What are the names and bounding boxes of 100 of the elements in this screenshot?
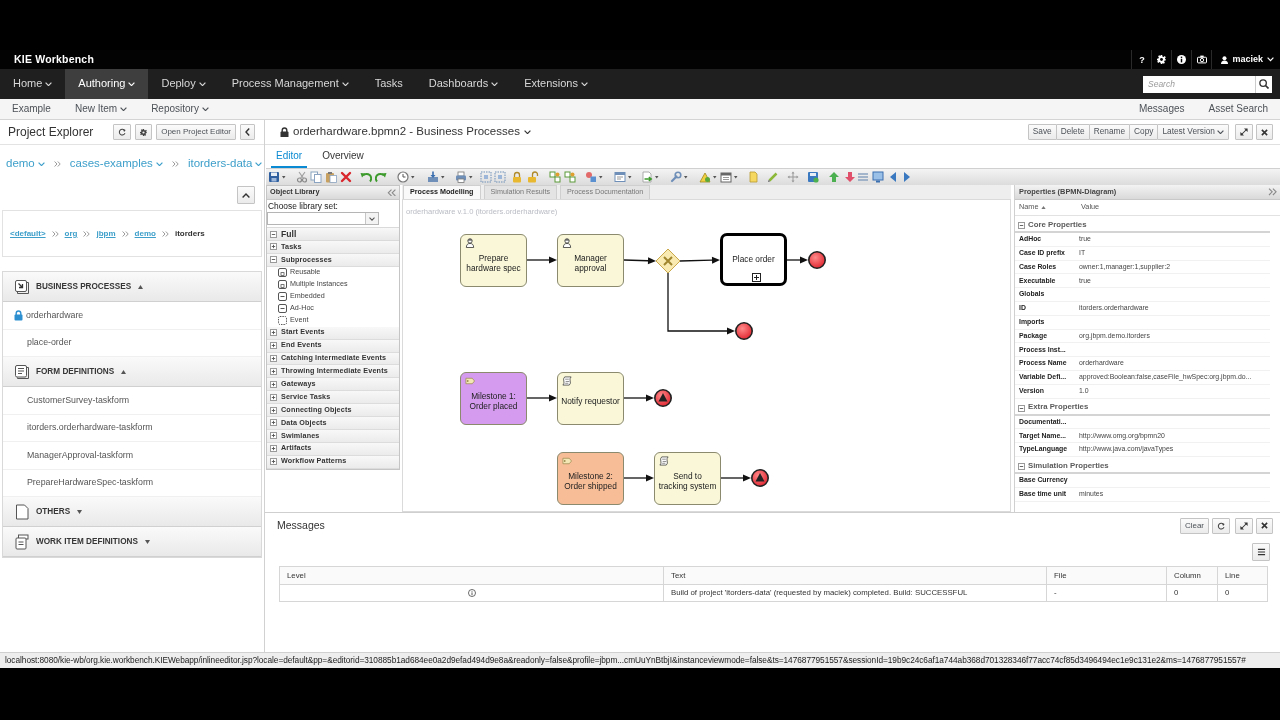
flow-arrow	[786, 256, 808, 264]
expand-panel-icon[interactable]	[1267, 188, 1277, 196]
asset-list-item[interactable]: itorders.orderhardware-taskform	[3, 414, 261, 442]
window-icon[interactable]	[614, 171, 632, 183]
collapse-panel-icon[interactable]	[386, 188, 396, 197]
clipboard-icon[interactable]	[325, 171, 337, 183]
close-button[interactable]	[1256, 124, 1273, 140]
nav-menu-item[interactable]: Dashboards	[415, 69, 512, 99]
section-header[interactable]: BUSINESS PROCESSES	[3, 272, 261, 302]
padlock-icon[interactable]	[511, 171, 523, 183]
plus-box-icon[interactable]	[270, 393, 277, 401]
toolbar-button[interactable]: Copy	[1129, 124, 1159, 140]
minus-box-icon[interactable]	[1018, 462, 1025, 470]
menu-link[interactable]: New Item	[62, 99, 140, 119]
open-padlock-icon[interactable]	[527, 171, 539, 183]
panel-title: Messages	[277, 519, 325, 532]
refresh-button[interactable]	[113, 124, 132, 140]
nav-menu-item[interactable]: Process Management	[218, 69, 362, 99]
section-header[interactable]: FORM DEFINITIONS	[3, 357, 261, 387]
menu-link[interactable]: Messages	[1126, 99, 1197, 119]
asset-list-item[interactable]: orderhardware	[3, 302, 261, 330]
minus-box-icon[interactable]	[270, 230, 277, 238]
section-header[interactable]: WORK ITEM DEFINITIONS	[3, 527, 261, 557]
open-project-editor-button[interactable]: Open Project Editor	[156, 124, 236, 140]
copy-icon[interactable]	[310, 171, 322, 183]
field-label: Choose library set:	[267, 200, 339, 212]
plus-box-icon[interactable]	[270, 432, 277, 440]
flow-arrow	[526, 394, 557, 402]
plus-box-icon[interactable]	[270, 445, 277, 453]
toolbar-button[interactable]: Latest Version	[1157, 124, 1229, 140]
toolbar-button[interactable]: Save	[1027, 124, 1057, 140]
settings-button[interactable]	[135, 124, 153, 140]
minus-box-icon[interactable]	[270, 256, 277, 264]
node-label: Send to tracking system	[658, 471, 717, 492]
nav-menu-item[interactable]: Authoring	[65, 69, 149, 99]
help-button[interactable]: ?	[1137, 53, 1147, 66]
collapse-button[interactable]	[240, 124, 255, 140]
node-label: Prepare hardware spec	[465, 253, 522, 274]
caret-up-icon[interactable]	[121, 369, 127, 374]
flow-arrow	[623, 474, 654, 482]
menu-link[interactable]: Asset Search	[1196, 99, 1280, 119]
plus-box-icon[interactable]	[270, 355, 277, 362]
shapes-icon[interactable]	[585, 171, 603, 183]
info-icon[interactable]	[1177, 55, 1187, 64]
plus-box-icon[interactable]	[270, 329, 277, 337]
search-button[interactable]	[1255, 75, 1272, 93]
editor-title[interactable]: orderhardware.bpmn2 - Business Processes	[280, 125, 531, 139]
plus-box-icon[interactable]	[270, 458, 277, 466]
nav-menu-item[interactable]: Tasks	[361, 69, 416, 99]
close-button[interactable]	[1256, 517, 1273, 534]
plus-box-icon[interactable]	[270, 243, 277, 251]
caret-down-icon[interactable]	[77, 509, 83, 514]
arrow-down-icon[interactable]	[844, 171, 856, 183]
close-icon	[1261, 128, 1268, 136]
toolbar-button[interactable]: Delete	[1055, 124, 1090, 140]
toolbar-button[interactable]: Rename	[1088, 124, 1131, 140]
gear-icon[interactable]	[1157, 55, 1167, 64]
clock-icon[interactable]	[397, 171, 415, 183]
list-options-button[interactable]	[1252, 543, 1270, 561]
maximize-button[interactable]	[1235, 124, 1253, 140]
nav-menu-item[interactable]: Extensions	[511, 69, 601, 99]
flow-arrow	[623, 257, 656, 265]
floppy-disk-icon[interactable]	[268, 171, 286, 183]
search-field[interactable]: Search	[1143, 75, 1255, 93]
plus-box-icon[interactable]	[270, 419, 277, 427]
nav-menu-item[interactable]: Deploy	[148, 69, 219, 99]
printer-icon[interactable]	[455, 171, 473, 183]
calendar-icon[interactable]	[720, 171, 738, 183]
minus-box-icon[interactable]	[1018, 404, 1025, 412]
redo-icon[interactable]	[375, 171, 387, 183]
asset-list-item[interactable]: CustomerSurvey-taskform	[3, 387, 261, 415]
plus-box-icon[interactable]	[270, 406, 277, 414]
chevron-down-icon	[255, 161, 263, 167]
asset-list-item[interactable]: ManagerApproval-taskform	[3, 442, 261, 470]
monitor-icon[interactable]	[872, 171, 884, 183]
caret-down-icon[interactable]	[144, 539, 150, 544]
plus-box-icon[interactable]	[270, 342, 277, 350]
undo-icon[interactable]	[360, 171, 372, 183]
minus-box-icon[interactable]	[1018, 222, 1025, 229]
delete-icon[interactable]	[340, 171, 352, 183]
document-arrow-icon[interactable]	[641, 171, 659, 183]
section-header[interactable]: OTHERS	[3, 497, 261, 527]
refresh-button[interactable]	[1212, 517, 1230, 534]
clear-button[interactable]: Clear	[1179, 517, 1209, 534]
tray-arrow-icon[interactable]	[427, 171, 445, 183]
menu-link[interactable]: Repository	[139, 99, 221, 119]
person-icon	[1221, 55, 1229, 64]
maximize-button[interactable]	[1235, 517, 1253, 534]
plus-box-icon[interactable]	[270, 367, 277, 375]
tab[interactable]: Overview	[317, 145, 369, 168]
triangle-circle-icon[interactable]	[699, 171, 717, 183]
nav-menu-item[interactable]: Home	[0, 69, 66, 99]
library-group-header[interactable]: Full	[267, 227, 399, 241]
menu-link[interactable]: Example	[0, 99, 63, 119]
plus-box-icon[interactable]	[270, 380, 277, 388]
caret-up-icon[interactable]	[138, 284, 144, 289]
scissors-icon[interactable]	[296, 171, 308, 183]
disk-plus-icon[interactable]	[807, 171, 819, 183]
camera-icon[interactable]	[1196, 55, 1207, 64]
wrench-icon[interactable]	[670, 171, 688, 183]
